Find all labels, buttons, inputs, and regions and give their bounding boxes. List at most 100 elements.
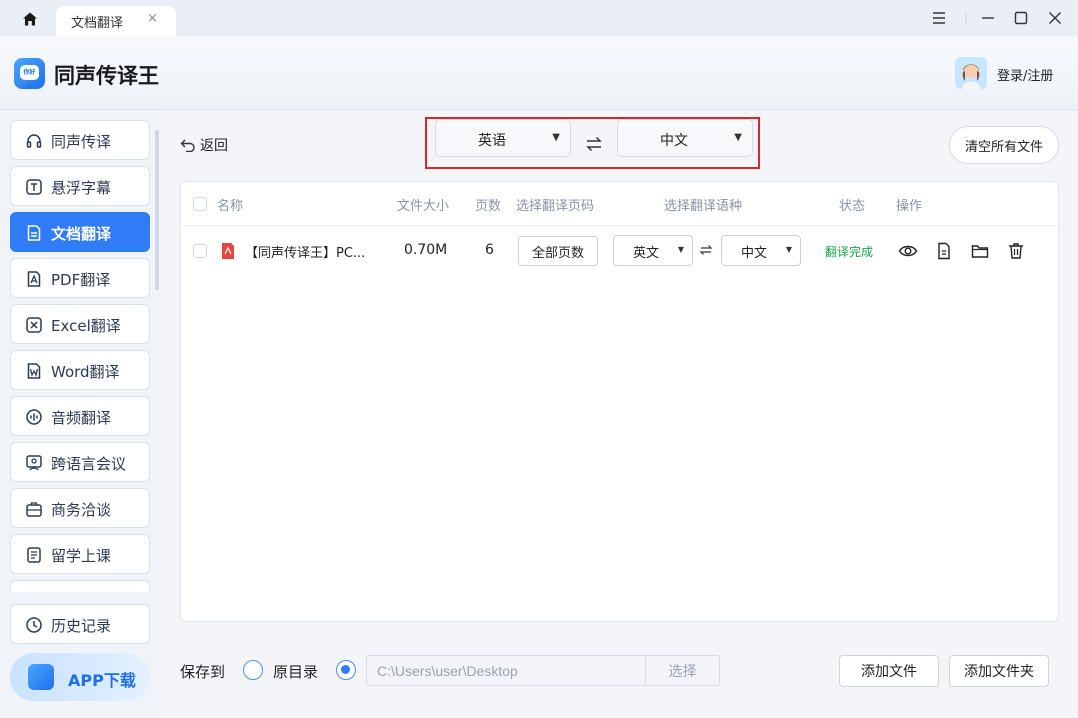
header-pages: 页数 — [475, 199, 502, 214]
title-bar: 文档翻译 × — [0, 0, 1078, 36]
file-name: 【同声传译王】PC... — [245, 246, 366, 261]
swap-languages-icon[interactable] — [584, 134, 604, 154]
sidebar-item-more[interactable] — [10, 580, 150, 592]
excel-icon — [26, 317, 42, 333]
row-target-language-value: 中文 — [740, 246, 767, 261]
row-source-language-select[interactable]: 英文 ▼ — [613, 235, 693, 266]
delete-trash-icon[interactable] — [1006, 241, 1026, 261]
caret-down-icon: ▼ — [552, 132, 560, 143]
clear-all-files-button[interactable]: 清空所有文件 — [949, 126, 1059, 164]
sidebar-item-audio-translation[interactable]: 音频翻译 — [10, 396, 150, 436]
app-logo-icon — [28, 664, 54, 690]
clock-icon — [26, 617, 42, 633]
app-download-button[interactable]: APP下载 — [10, 653, 150, 701]
app-name: 同声传译王 — [54, 64, 159, 88]
sidebar-item-label: 音频翻译 — [51, 409, 112, 427]
header-name: 名称 — [217, 199, 244, 214]
sidebar-item-cross-language-meeting[interactable]: 跨语言会议 — [10, 442, 150, 482]
header-language-select: 选择翻译语种 — [664, 199, 743, 214]
header-status: 状态 — [839, 199, 866, 214]
sidebar-item-floating-subtitles[interactable]: 悬浮字幕 — [10, 166, 150, 206]
sidebar-item-excel-translation[interactable]: Excel翻译 — [10, 304, 150, 344]
undo-arrow-icon — [180, 139, 195, 152]
sidebar-item-word-translation[interactable]: Word翻译 — [10, 350, 150, 390]
status-badge: 翻译完成 — [825, 245, 874, 259]
add-folder-button[interactable]: 添加文件夹 — [949, 655, 1049, 687]
app-header: 你好Hi 同声传译王 登录/注册 — [0, 36, 1078, 110]
back-button[interactable]: 返回 — [180, 135, 228, 155]
header-page-select: 选择翻译页码 — [516, 199, 595, 214]
document-icon[interactable] — [934, 241, 954, 261]
divider — [955, 8, 977, 28]
avatar[interactable] — [955, 57, 987, 89]
source-language-value: 英语 — [478, 133, 506, 149]
custom-directory-radio[interactable] — [336, 660, 356, 680]
sidebar-scrollbar[interactable] — [155, 130, 159, 290]
output-path-field[interactable] — [366, 655, 646, 686]
sidebar-item-study-abroad[interactable]: 留学上课 — [10, 534, 150, 574]
maximize-button[interactable] — [1010, 8, 1032, 28]
sidebar-item-label: PDF翻译 — [51, 271, 111, 289]
minimize-icon — [982, 17, 994, 19]
user-avatar-icon — [955, 57, 987, 89]
minimize-button[interactable] — [977, 8, 999, 28]
tab-document-translation[interactable]: 文档翻译 × — [56, 6, 176, 36]
target-language-select[interactable]: 中文 ▼ — [617, 119, 753, 157]
main-panel: 返回 英语 ▼ 中文 ▼ 清空所有文件 名称 文件大小 页数 选择翻译页码 选择… — [160, 110, 1078, 718]
add-file-button[interactable]: 添加文件 — [839, 655, 939, 687]
sidebar-item-label: Word翻译 — [51, 363, 120, 381]
preview-eye-icon[interactable] — [898, 241, 918, 261]
sidebar-item-pdf-translation[interactable]: PDF翻译 — [10, 258, 150, 298]
sidebar-item-document-translation[interactable]: 文档翻译 — [10, 212, 150, 252]
original-directory-label: 原目录 — [273, 663, 319, 681]
caret-down-icon: ▼ — [785, 245, 792, 254]
sidebar-item-label: Excel翻译 — [51, 317, 121, 335]
sidebar: 同声传译 悬浮字幕 文档翻译 PDF翻译 Excel翻译 Word翻译 音频翻译… — [0, 110, 160, 718]
audio-wave-icon — [26, 409, 42, 425]
tab-label: 文档翻译 — [71, 16, 124, 31]
meeting-icon — [26, 455, 42, 471]
tab-close-icon[interactable]: × — [147, 11, 158, 26]
caret-down-icon: ▼ — [734, 132, 742, 143]
row-target-language-select[interactable]: 中文 ▼ — [721, 235, 801, 266]
folder-icon[interactable] — [970, 241, 990, 261]
sidebar-item-label: 商务洽谈 — [51, 501, 112, 519]
menu-button[interactable] — [928, 8, 950, 28]
select-all-checkbox[interactable] — [193, 197, 207, 211]
app-download-label: APP下载 — [68, 671, 136, 690]
app-logo: 你好Hi — [14, 58, 45, 91]
text-box-icon — [26, 179, 42, 195]
home-button[interactable] — [14, 7, 46, 31]
divider — [181, 225, 1058, 226]
sidebar-item-business-negotiation[interactable]: 商务洽谈 — [10, 488, 150, 528]
swap-icon[interactable] — [699, 243, 713, 257]
headset-icon — [26, 134, 42, 148]
row-source-language-value: 英文 — [632, 246, 659, 261]
save-to-label: 保存到 — [180, 663, 226, 681]
pdf-icon — [27, 271, 41, 287]
page-range-button[interactable]: 全部页数 — [518, 236, 598, 266]
sidebar-item-history[interactable]: 历史记录 — [10, 604, 150, 644]
caret-down-icon: ▼ — [677, 245, 684, 254]
sidebar-item-label: 悬浮字幕 — [51, 179, 112, 197]
sidebar-item-label: 留学上课 — [51, 547, 112, 565]
sidebar-item-label: 同声传译 — [51, 133, 112, 151]
header-size: 文件大小 — [397, 199, 450, 214]
notebook-icon — [27, 547, 41, 563]
source-language-select[interactable]: 英语 ▼ — [435, 119, 571, 157]
login-register-link[interactable]: 登录/注册 — [997, 65, 1053, 84]
close-button[interactable] — [1044, 8, 1066, 28]
document-icon — [27, 225, 41, 241]
briefcase-icon — [26, 502, 42, 517]
row-checkbox[interactable] — [193, 244, 207, 258]
sidebar-item-simultaneous-interpretation[interactable]: 同声传译 — [10, 120, 150, 160]
maximize-icon — [1014, 11, 1028, 25]
sidebar-item-label: 文档翻译 — [51, 225, 112, 243]
choose-directory-button[interactable]: 选择 — [645, 655, 720, 686]
close-icon — [1049, 12, 1061, 24]
back-label: 返回 — [200, 138, 228, 154]
original-directory-radio[interactable] — [243, 660, 263, 680]
sidebar-item-label: 跨语言会议 — [51, 455, 127, 473]
word-icon — [27, 363, 41, 379]
header-actions: 操作 — [896, 199, 923, 214]
